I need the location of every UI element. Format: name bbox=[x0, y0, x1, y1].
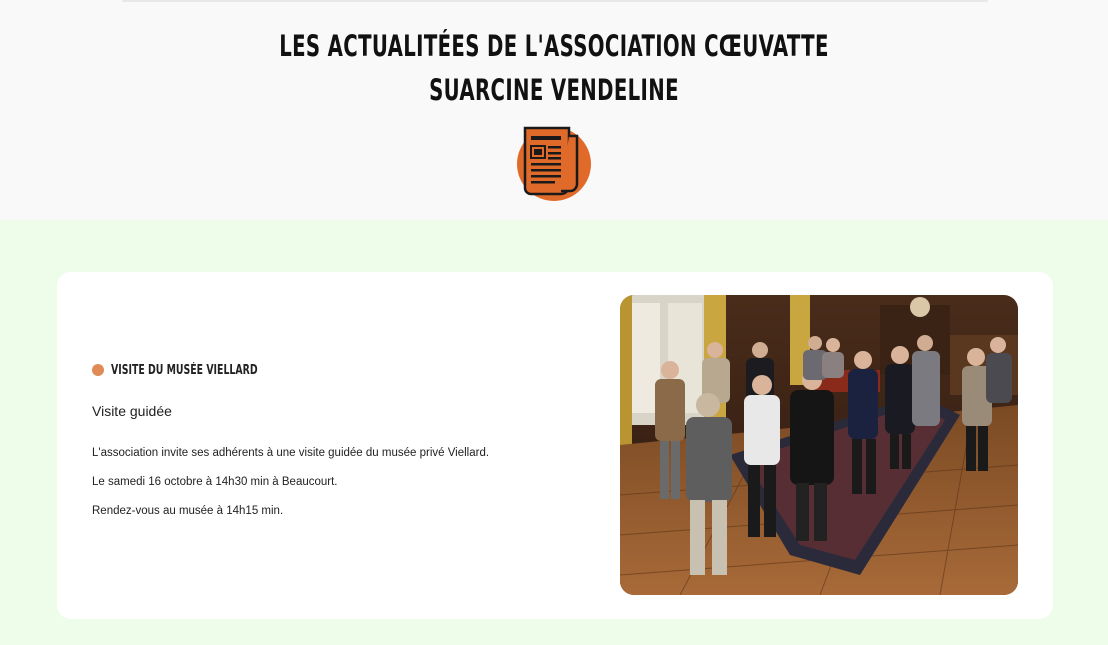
event-description-line: L'association invite ses adhérents à une… bbox=[92, 447, 490, 459]
event-description: L'association invite ses adhérents à une… bbox=[92, 446, 552, 533]
event-title: VISITE DU MUSÉE VIELLARD bbox=[111, 362, 258, 378]
event-description-line: Le samedi 16 octobre à 14h30 min à Beauc… bbox=[92, 476, 338, 488]
page-title: LES ACTUALITÉES DE L'ASSOCIATION CŒUVATT… bbox=[177, 24, 930, 112]
event-description-line: Rendez-vous au musée à 14h15 min. bbox=[92, 505, 284, 517]
bullet-dot-icon bbox=[92, 364, 104, 376]
page-title-line-1: LES ACTUALITÉES DE L'ASSOCIATION CŒUVATT… bbox=[279, 29, 829, 63]
news-card: VISITE DU MUSÉE VIELLARD Visite guidée L… bbox=[57, 272, 1053, 619]
event-subtitle: Visite guidée bbox=[92, 403, 172, 419]
page-header: LES ACTUALITÉES DE L'ASSOCIATION CŒUVATT… bbox=[0, 0, 1108, 220]
event-photo bbox=[620, 295, 1018, 595]
page-title-line-2: SUARCINE VENDELINE bbox=[429, 73, 679, 107]
news-section: VISITE DU MUSÉE VIELLARD Visite guidée L… bbox=[0, 220, 1108, 645]
top-nav-edge bbox=[122, 0, 988, 2]
newspaper-icon bbox=[516, 126, 592, 202]
event-heading: VISITE DU MUSÉE VIELLARD bbox=[92, 361, 315, 379]
